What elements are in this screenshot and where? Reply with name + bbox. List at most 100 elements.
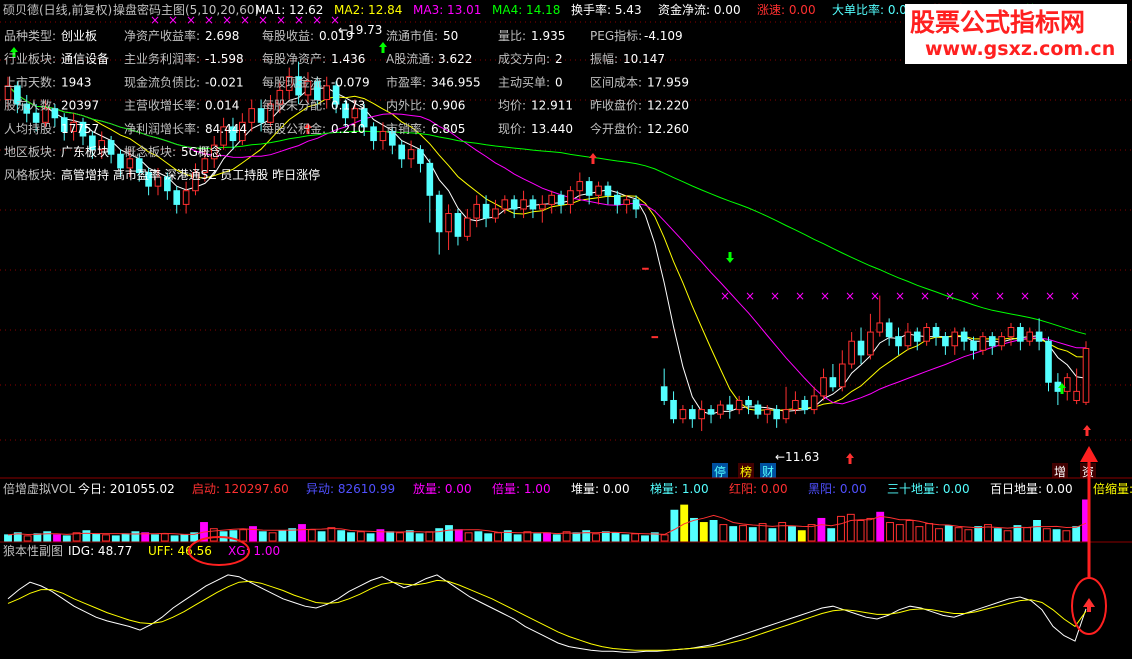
x-marker: × (820, 289, 830, 303)
info-label: 今开盘价: (590, 121, 642, 136)
arrow-stem (591, 158, 595, 164)
info-label: 每股收益: (262, 28, 314, 43)
arrow-stem (1060, 388, 1064, 394)
volume-bar (729, 526, 738, 542)
candle-body (960, 331, 968, 342)
candle-body (510, 199, 518, 210)
info-cell: 品种类型: 创业板 (4, 29, 97, 43)
volume-bar (268, 532, 277, 542)
candle-body (754, 404, 762, 415)
info-cell: 昨收盘价: 12.220 (590, 98, 689, 113)
stock-chart: × × × × × × × × × × ×× × × × × × × × × × × × × × × 硕贝德(日线,前复权) 操… (0, 0, 1132, 659)
volume-bar (905, 520, 914, 542)
arrow-stem (1085, 430, 1089, 436)
candle-body (904, 331, 912, 347)
x-marker: × (1070, 289, 1080, 303)
candle-body (1082, 347, 1090, 403)
wolf-legend-item: UFF: 46.56 (148, 544, 212, 558)
info-value: 84.444 (205, 122, 247, 136)
info-value: 12.911 (531, 99, 573, 113)
candle-body (604, 185, 612, 196)
info-cell: 现价: 13.440 (498, 122, 573, 136)
chart-title: 硕贝德(日线,前复权) (3, 2, 112, 17)
info-cell: 现金流负债比: -0.021 (124, 74, 244, 89)
volume-bar (1003, 530, 1012, 542)
volume-bar (699, 522, 708, 542)
volume-bar (856, 520, 865, 542)
volume-legend-item: 红阳: 0.00 (729, 481, 788, 496)
volume-legend-item: 今日: 201055.02 (78, 481, 175, 496)
candle-body (932, 327, 940, 338)
candle-body (642, 267, 649, 270)
candle-body (1063, 377, 1071, 392)
info-value: 13.440 (531, 122, 573, 136)
candle-body (585, 181, 593, 196)
candle-body (539, 203, 546, 210)
candle-body (613, 194, 621, 205)
volume-bar (366, 533, 375, 542)
candle-body (482, 203, 490, 219)
candle-body (829, 377, 837, 388)
volume-bar (1033, 520, 1041, 542)
info-value: 12.220 (647, 99, 689, 113)
x-marker: × (795, 289, 805, 303)
low-price-label: ←11.63 (775, 450, 819, 464)
info-label: 上市天数: (4, 74, 56, 89)
volume-legend-item: 百日地量: 0.00 (990, 482, 1073, 496)
info-value: 1943 (61, 75, 92, 89)
wolf-signal-stem (1087, 606, 1091, 612)
volume-legend-item: 黑阳: 0.00 (808, 482, 867, 496)
volume-title: 倍增虚拟VOL (3, 481, 75, 496)
x-marker: × (895, 289, 905, 303)
info-label: 风格板块: (4, 167, 56, 182)
info-cell: 区间成本: 17.959 (590, 75, 689, 89)
volume-bar (337, 530, 346, 542)
volume-bar (788, 526, 796, 542)
volume-bar (111, 535, 120, 542)
info-cell: 每股现金流: -0.079 (262, 74, 370, 89)
candle-body (988, 336, 996, 347)
info-value: -0.079 (331, 75, 370, 89)
volume-bar (356, 531, 365, 542)
candle-body (745, 399, 752, 406)
volume-bar (866, 517, 875, 542)
info-value: 346.955 (431, 75, 481, 89)
info-value: 5G概念 (181, 144, 222, 159)
info-cell: 市盈率: 346.955 (386, 74, 481, 89)
candle-body (773, 409, 780, 420)
x-marker: × (1045, 289, 1055, 303)
info-value: 6.805 (431, 122, 465, 136)
volume-bar (180, 534, 189, 542)
candle-body (670, 399, 677, 420)
info-label: 内外比: (386, 99, 426, 113)
volume-bar (327, 527, 336, 542)
volume-bar (258, 531, 267, 542)
candle-body (998, 336, 1005, 347)
info-cell: 净资产收益率: 2.698 (124, 28, 239, 43)
info-value: 2 (555, 52, 563, 66)
candle-body (698, 409, 705, 420)
candle-body (810, 395, 818, 411)
volume-bar (33, 533, 42, 542)
volume-bar (160, 533, 169, 542)
volume-bar (1062, 530, 1071, 542)
candle-body (576, 181, 584, 192)
info-label: 股东人数: (4, 98, 56, 113)
info-label: 流通市值: (386, 28, 438, 43)
candle-body (885, 322, 893, 338)
candle-body (979, 336, 987, 351)
info-value: -4.109 (644, 29, 683, 43)
candle-body (464, 217, 471, 237)
volume-bar (102, 534, 110, 542)
volume-bar (464, 532, 473, 542)
candle-body (454, 213, 462, 237)
candle-body (435, 194, 443, 233)
info-cell: 股东人数: 20397 (4, 98, 99, 113)
candle-body (735, 399, 743, 411)
candle-body (1035, 331, 1043, 342)
info-value: 12.260 (647, 122, 689, 136)
candle-body (1073, 390, 1080, 401)
arrow-stem (848, 458, 852, 464)
info-value: 2.698 (205, 29, 239, 43)
header-item: MA1: 12.62 (255, 3, 323, 17)
